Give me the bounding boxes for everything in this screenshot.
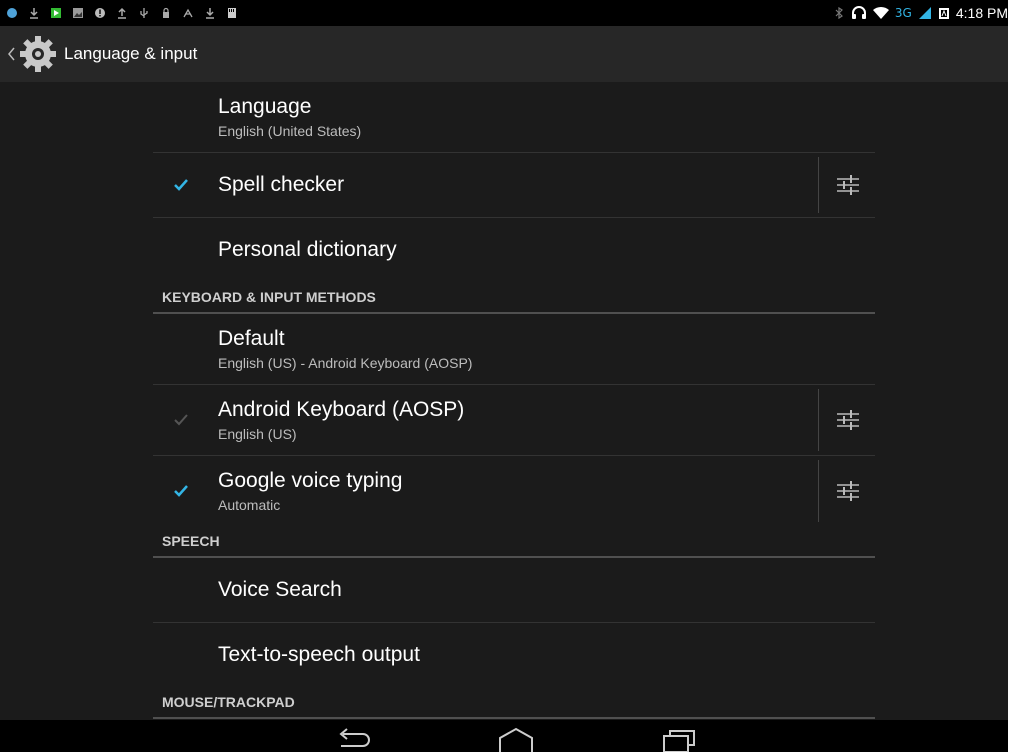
personal-dictionary-text: Personal dictionary xyxy=(218,237,397,263)
android-keyboard-item[interactable]: Android Keyboard (AOSP) English (US) xyxy=(153,385,875,456)
notification-icons xyxy=(0,7,238,19)
page-title: Language & input xyxy=(64,44,198,63)
recent-apps-button-icon[interactable] xyxy=(658,726,698,752)
language-title: Language xyxy=(218,95,312,118)
sd-card-icon xyxy=(228,8,236,18)
play-store-icon xyxy=(51,8,61,18)
action-bar: Language & input xyxy=(0,26,1012,82)
android-keyboard-title: Android Keyboard (AOSP) xyxy=(218,398,465,421)
sync-icon xyxy=(7,8,17,18)
default-keyboard-item[interactable]: Default English (US) - Android Keyboard … xyxy=(153,314,875,385)
preference-list: Language English (United States) Spell c… xyxy=(153,82,875,719)
screen-edge xyxy=(1008,0,1012,752)
debug-icon xyxy=(183,8,193,18)
bluetooth-icon xyxy=(835,7,843,19)
android-keyboard-summary: English (US) xyxy=(218,426,297,442)
headset-icon xyxy=(851,6,866,19)
spell-checker-title: Spell checker xyxy=(218,173,345,196)
lock-icon xyxy=(163,7,169,18)
spell-checker-text: Spell checker xyxy=(218,172,344,198)
personal-dictionary-item[interactable]: Personal dictionary xyxy=(153,218,875,282)
language-summary: English (United States) xyxy=(218,123,362,139)
voice-search-item[interactable]: Voice Search xyxy=(153,558,875,623)
back-button-icon[interactable] xyxy=(335,726,375,752)
home-button-icon[interactable] xyxy=(496,726,536,752)
status-bar: 3G 4:18 PM xyxy=(0,0,1012,26)
spell-checker-settings-icon[interactable] xyxy=(835,174,861,196)
battery-icon xyxy=(938,8,949,19)
google-voice-typing-checkbox[interactable] xyxy=(173,483,189,499)
usb-icon xyxy=(140,8,148,18)
divider xyxy=(818,157,819,213)
signal-icon xyxy=(918,7,931,19)
voice-search-title: Voice Search xyxy=(218,578,342,601)
network-type: 3G xyxy=(894,6,912,20)
divider xyxy=(818,460,819,522)
google-voice-typing-summary: Automatic xyxy=(218,497,281,513)
spell-checker-checkbox[interactable] xyxy=(173,177,189,193)
language-item[interactable]: Language English (United States) xyxy=(153,82,875,153)
settings-content: Language English (United States) Spell c… xyxy=(0,82,1012,720)
settings-gear-icon[interactable] xyxy=(18,34,58,74)
system-icons: 3G 4:18 PM xyxy=(833,5,1012,21)
section-header-speech: SPEECH xyxy=(153,526,875,558)
spell-checker-item[interactable]: Spell checker xyxy=(153,153,875,218)
google-voice-typing-settings-icon[interactable] xyxy=(835,480,861,502)
wifi-icon xyxy=(872,6,889,20)
google-voice-typing-text: Google voice typing Automatic xyxy=(218,468,402,514)
upload-icon xyxy=(118,7,126,19)
alert-icon xyxy=(95,8,105,18)
section-header-mouse: MOUSE/TRACKPAD xyxy=(153,687,875,719)
image-icon xyxy=(73,8,83,18)
up-chevron-icon[interactable] xyxy=(6,44,16,64)
tts-output-item[interactable]: Text-to-speech output xyxy=(153,623,875,687)
divider xyxy=(818,389,819,451)
download-done-icon xyxy=(206,8,214,19)
default-keyboard-summary: English (US) - Android Keyboard (AOSP) xyxy=(218,355,473,371)
google-voice-typing-item[interactable]: Google voice typing Automatic xyxy=(153,456,875,526)
default-keyboard-title: Default xyxy=(218,327,285,350)
android-keyboard-checkbox[interactable] xyxy=(173,412,189,428)
navigation-bar xyxy=(0,720,1012,752)
personal-dictionary-title: Personal dictionary xyxy=(218,238,397,261)
default-keyboard-text: Default English (US) - Android Keyboard … xyxy=(218,326,472,372)
clock: 4:18 PM xyxy=(955,5,1008,21)
voice-search-text: Voice Search xyxy=(218,577,342,603)
tts-output-text: Text-to-speech output xyxy=(218,642,420,668)
android-keyboard-text: Android Keyboard (AOSP) English (US) xyxy=(218,397,464,443)
download-icon xyxy=(30,8,38,19)
google-voice-typing-title: Google voice typing xyxy=(218,469,403,492)
language-text: Language English (United States) xyxy=(218,94,361,140)
android-keyboard-settings-icon[interactable] xyxy=(835,409,861,431)
tts-output-title: Text-to-speech output xyxy=(218,643,420,666)
section-header-keyboard: KEYBOARD & INPUT METHODS xyxy=(153,282,875,314)
